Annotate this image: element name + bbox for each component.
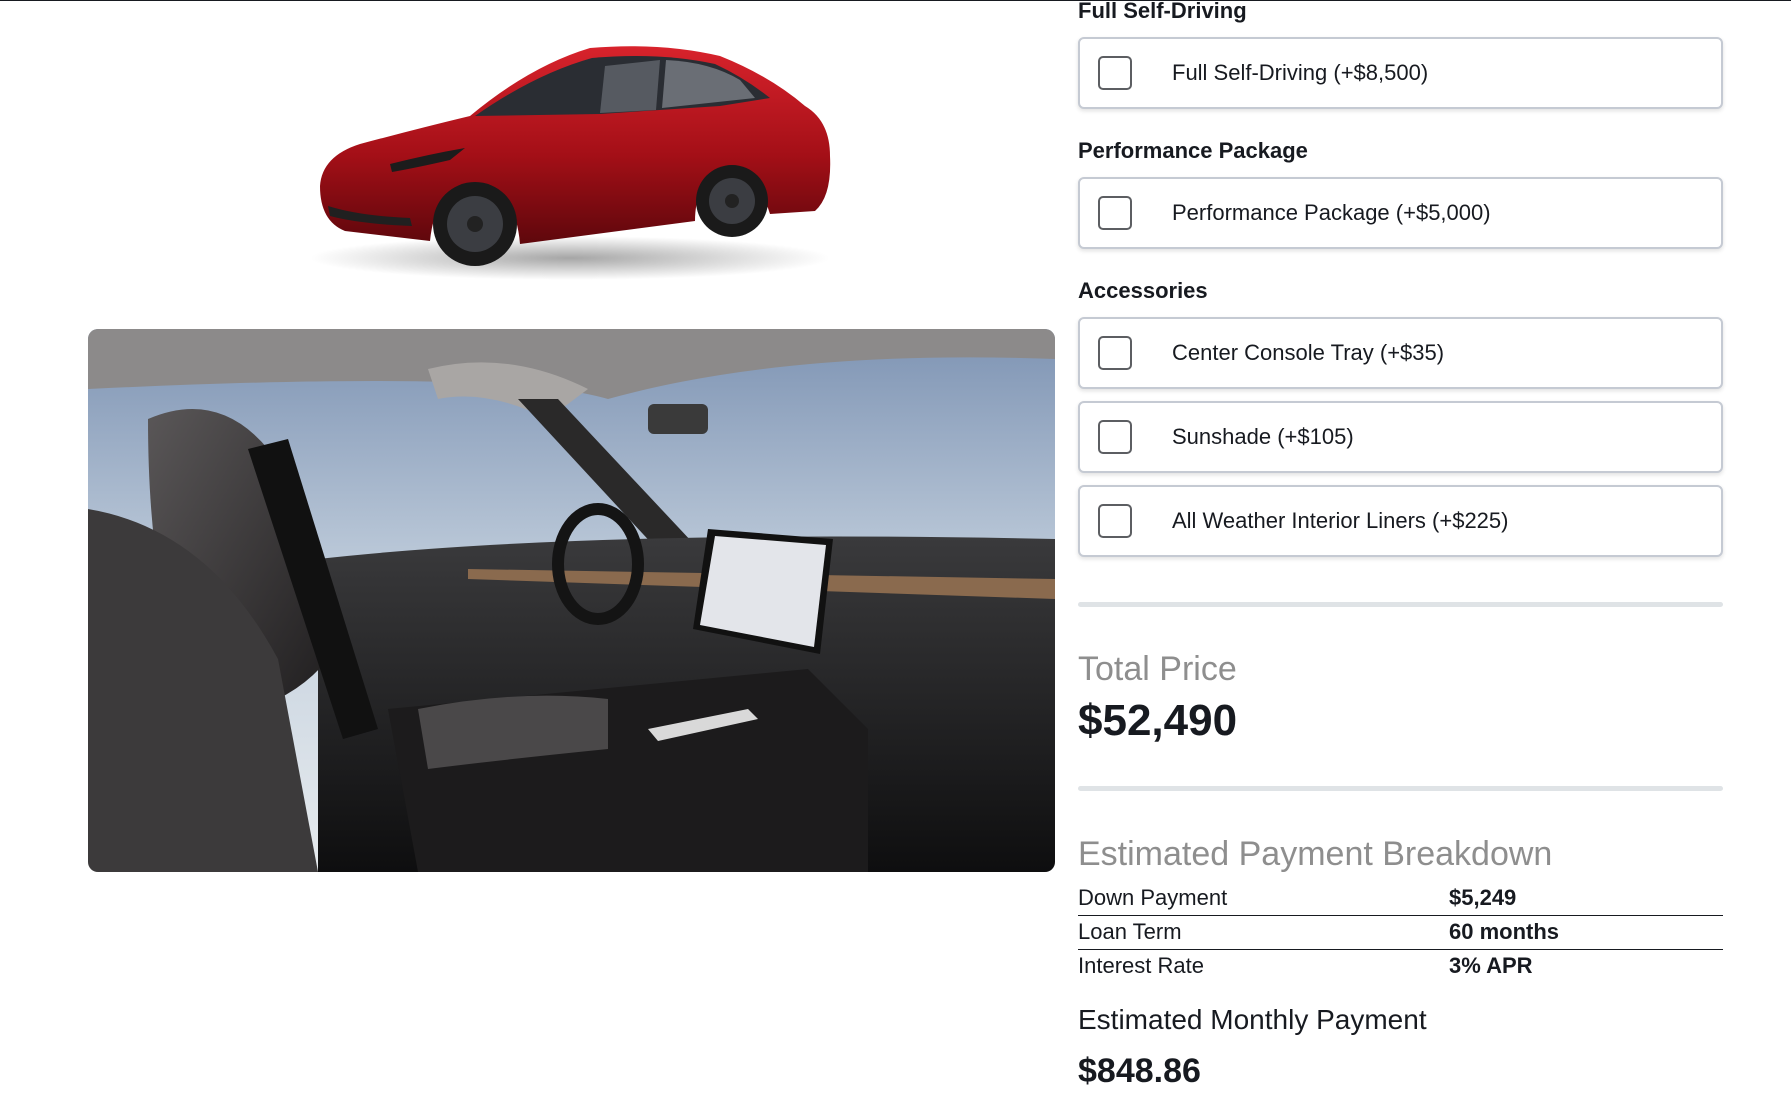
checkbox-all-weather-interior-liners[interactable] — [1098, 504, 1132, 538]
breakdown-key: Interest Rate — [1078, 953, 1204, 979]
payment-breakdown-title: Estimated Payment Breakdown — [1078, 835, 1553, 873]
option-all-weather-interior-liners[interactable]: All Weather Interior Liners (+$225) — [1078, 485, 1723, 557]
checkbox-sunshade[interactable] — [1098, 420, 1132, 454]
checkbox-full-self-driving[interactable] — [1098, 56, 1132, 90]
monthly-payment-label: Estimated Monthly Payment — [1078, 1004, 1427, 1035]
option-full-self-driving[interactable]: Full Self-Driving (+$8,500) — [1078, 37, 1723, 109]
breakdown-value: 60 months — [1449, 915, 1723, 950]
total-price-value: $52,490 — [1078, 696, 1238, 745]
car-interior-image — [88, 329, 1055, 872]
divider — [1078, 602, 1723, 607]
breakdown-key: Down Payment — [1078, 881, 1449, 916]
breakdown-value: 3% APR — [1449, 953, 1533, 979]
option-sunshade[interactable]: Sunshade (+$105) — [1078, 401, 1723, 473]
table-row: Interest Rate 3% APR — [1078, 949, 1723, 983]
option-label: Performance Package (+$5,000) — [1172, 200, 1491, 225]
payment-breakdown-table: Down Payment $5,249 Loan Term 60 months … — [1078, 881, 1723, 983]
divider — [1078, 786, 1723, 791]
option-label: Full Self-Driving (+$8,500) — [1172, 60, 1429, 85]
section-title-full-self-driving: Full Self-Driving — [1078, 0, 1247, 23]
monthly-payment-value: $848.86 — [1078, 1052, 1201, 1090]
checkbox-performance-package[interactable] — [1098, 196, 1132, 230]
option-label: Sunshade (+$105) — [1172, 424, 1354, 449]
option-label: Center Console Tray (+$35) — [1172, 340, 1445, 365]
breakdown-value: $5,249 — [1449, 881, 1723, 916]
table-row: Loan Term 60 months — [1078, 915, 1723, 950]
section-title-accessories: Accessories — [1078, 278, 1208, 303]
total-price-label: Total Price — [1078, 650, 1237, 688]
breakdown-key: Loan Term — [1078, 915, 1449, 950]
option-label: All Weather Interior Liners (+$225) — [1172, 508, 1509, 533]
car-exterior-image — [300, 36, 850, 286]
checkbox-center-console-tray[interactable] — [1098, 336, 1132, 370]
option-performance-package[interactable]: Performance Package (+$5,000) — [1078, 177, 1723, 249]
table-row: Down Payment $5,249 — [1078, 881, 1723, 916]
option-center-console-tray[interactable]: Center Console Tray (+$35) — [1078, 317, 1723, 389]
configurator-page: Full Self-Driving Full Self-Driving (+$8… — [0, 0, 1791, 1119]
section-title-performance-package: Performance Package — [1078, 138, 1308, 163]
top-border — [0, 0, 1791, 1]
